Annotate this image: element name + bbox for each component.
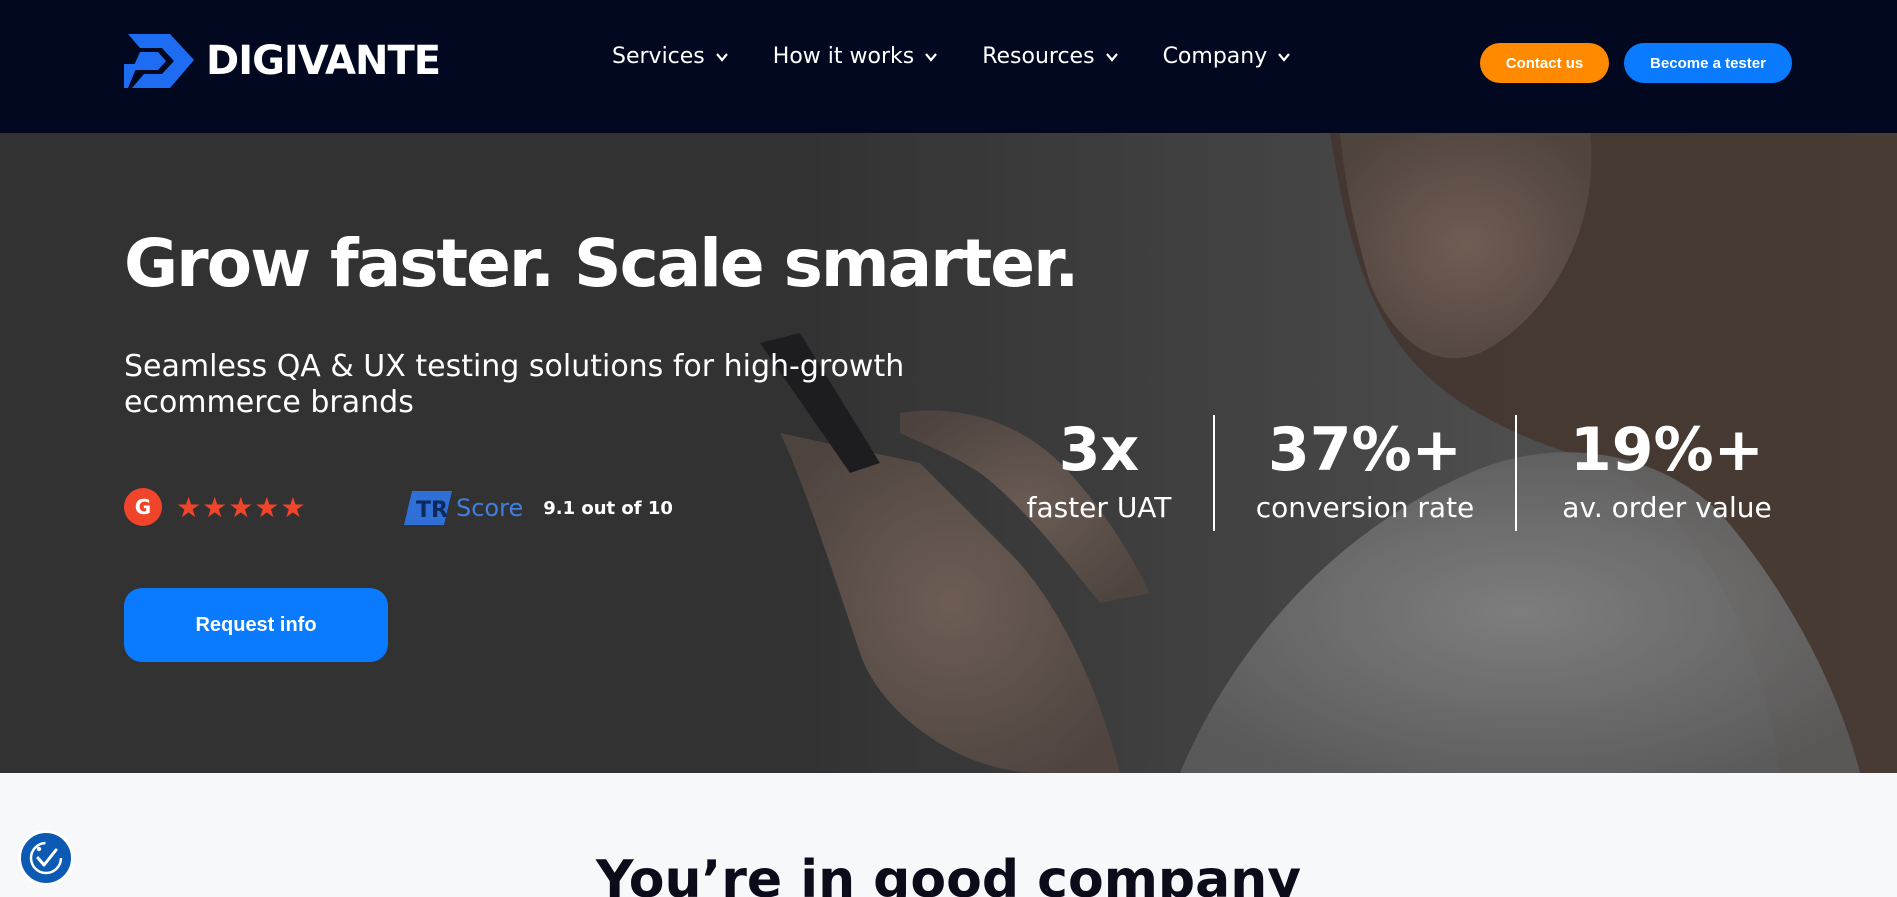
stat-value: 19%+ [1570,415,1764,485]
section-title: You’re in good company [595,850,1302,897]
tr-score-label: Score [456,494,524,522]
menu-how-it-works[interactable]: How it works [773,44,938,69]
stat-label: av. order value [1562,491,1772,524]
chevron-down-icon [715,52,728,62]
svg-text:TR: TR [416,498,448,523]
stat-value: 37%+ [1268,415,1462,485]
top-nav: DIGIVANTE Services How it works Resource… [0,0,1897,133]
request-info-button[interactable]: Request info [124,588,388,662]
brand-logo[interactable]: DIGIVANTE [124,34,441,88]
rating-stars: ★★★★★ [176,490,307,524]
stat-label: faster UAT [1026,491,1172,524]
hero-headline: Grow faster. Scale smarter. [124,225,1079,302]
g2-rating[interactable]: G ★★★★★ [124,488,307,526]
menu-resources[interactable]: Resources [982,44,1118,69]
stat-label: conversion rate [1255,491,1475,524]
stat-order-value: 19%+ av. order value [1517,415,1817,531]
hero-subhead: Seamless QA & UX testing solutions for h… [124,349,905,420]
brand-name: DIGIVANTE [206,38,441,84]
trustradius-score[interactable]: TR Score 9.1 out of 10 [404,491,673,525]
stat-value: 3x [1058,415,1140,485]
g2-badge-letter: G [134,495,152,519]
menu-label: Resources [982,44,1095,69]
main-menu: Services How it works Resources Company [612,44,1335,69]
chevron-down-icon [1105,52,1118,62]
menu-company[interactable]: Company [1163,44,1292,69]
menu-label: How it works [772,44,915,69]
digivante-logo-icon [124,34,194,88]
stats-row: 3x faster UAT 37%+ conversion rate 19%+ … [985,415,1817,531]
accessibility-icon [29,841,63,875]
stat-uat: 3x faster UAT [985,415,1213,531]
accessibility-widget-button[interactable] [18,830,74,886]
tr-score-value: 9.1 out of 10 [543,497,673,519]
g2-icon: G [124,488,162,526]
menu-label: Services [612,44,705,69]
become-tester-button[interactable]: Become a tester [1624,43,1792,83]
chevron-down-icon [925,52,938,62]
contact-us-button[interactable]: Contact us [1480,43,1609,83]
trustradius-icon: TR [404,491,452,525]
chevron-down-icon [1278,52,1291,62]
stat-conversion: 37%+ conversion rate [1215,415,1515,531]
menu-label: Company [1162,44,1268,69]
hero-section: Grow faster. Scale smarter. Seamless QA … [0,133,1897,773]
menu-services[interactable]: Services [612,44,729,69]
